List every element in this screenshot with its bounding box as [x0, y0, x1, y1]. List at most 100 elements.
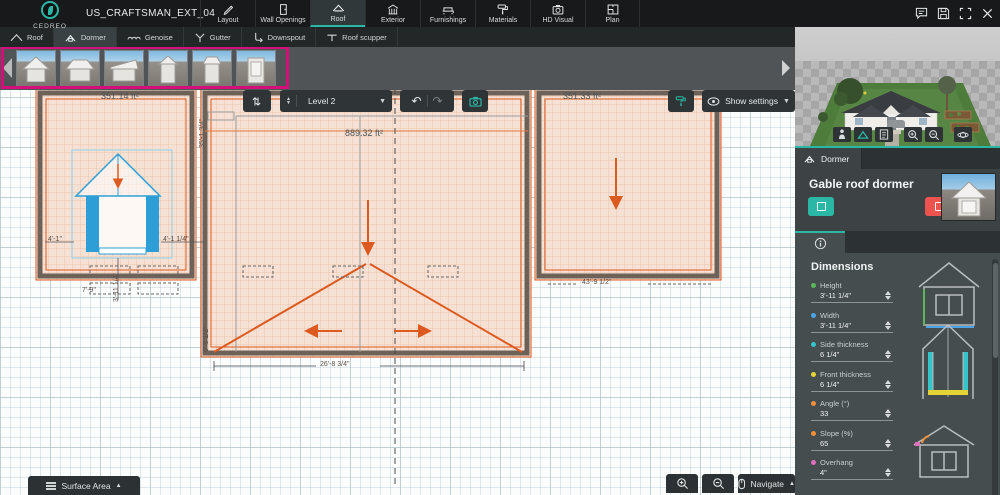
panel-tab-bar: Dormer: [795, 148, 1000, 169]
roof-icon: [331, 2, 346, 15]
panel-scrollbar[interactable]: [992, 259, 998, 495]
side-thickness-label: Side thickness: [820, 340, 868, 349]
angle-color-dot: [811, 401, 816, 406]
roof-view-icon: [857, 129, 869, 140]
screenshot-button[interactable]: [462, 90, 488, 112]
thumbnail-flat-roof-wall-dormer[interactable]: [236, 50, 276, 87]
show-settings-button[interactable]: Show settings ▼: [702, 90, 795, 112]
overhang-color-dot: [811, 460, 816, 465]
navigate-label: Navigate: [750, 479, 784, 489]
sofa-icon: [441, 3, 455, 16]
navigate-button[interactable]: Navigate ▲: [738, 474, 795, 493]
stepper-icon[interactable]: [885, 439, 893, 448]
save-icon[interactable]: [937, 7, 950, 20]
tab-plan[interactable]: Plan: [585, 0, 640, 27]
tab-layout[interactable]: Layout: [200, 0, 255, 27]
comment-icon[interactable]: [915, 7, 928, 20]
front-thickness-input[interactable]: 6 1/4": [811, 379, 893, 392]
stepper-icon[interactable]: [885, 321, 893, 330]
dim-center-left: 6'-3 1/2": [203, 326, 210, 352]
height-input[interactable]: 3'-11 1/4": [811, 290, 893, 303]
aerial-view-button[interactable]: [854, 127, 872, 142]
thumbnail-gable-wall-dormer[interactable]: [148, 50, 188, 87]
thumbnail-shed-roof-dormer[interactable]: [104, 50, 144, 87]
stepper-icon[interactable]: [885, 291, 893, 300]
tool-gutter[interactable]: Gutter: [184, 27, 242, 47]
zoom-out-icon: [928, 129, 940, 141]
stepper-icon[interactable]: [885, 380, 893, 389]
level-stepper-icon[interactable]: ▲▼: [286, 97, 291, 105]
thumbnail-hip-wall-dormer[interactable]: [192, 50, 232, 87]
zoom-in-button[interactable]: [666, 474, 698, 493]
roof-ribbon: Roof Dormer Genoise Gutter Downspout Roo…: [0, 27, 795, 47]
tab-exterior[interactable]: Exterior: [365, 0, 420, 27]
walkthrough-view-button[interactable]: [833, 127, 851, 142]
front-thickness-color-dot: [811, 372, 816, 377]
info-tab[interactable]: [795, 231, 845, 253]
stepper-icon[interactable]: [885, 468, 893, 477]
zoom-out-button[interactable]: [702, 474, 734, 493]
preview-zoom-out-button[interactable]: [925, 127, 943, 142]
downspout-tool-icon: [252, 32, 264, 43]
height-color-dot: [811, 283, 816, 288]
fullscreen-icon[interactable]: [959, 7, 972, 20]
side-thickness-color-dot: [811, 342, 816, 347]
cedreo-logo[interactable]: CEDREO: [26, 1, 74, 30]
brand-text: CEDREO: [26, 23, 74, 30]
tool-roof[interactable]: Roof: [0, 27, 54, 47]
tab-materials[interactable]: Materials: [475, 0, 530, 27]
roof-section-right[interactable]: [535, 89, 721, 280]
dormer-preview-thumbnail: [941, 173, 996, 221]
angle-slope-diagram: [909, 421, 979, 483]
dim-left-height: 35'-1 3/4": [199, 118, 206, 148]
side-thickness-input[interactable]: 6 1/4": [811, 349, 893, 362]
camera-teal-icon: [469, 96, 482, 107]
width-label: Width: [820, 311, 839, 320]
tab-wall-openings[interactable]: Wall Openings: [255, 0, 310, 27]
plan-view-button[interactable]: [875, 127, 893, 142]
undo-button[interactable]: ↶: [411, 94, 421, 108]
orbit-view-button[interactable]: [954, 127, 972, 142]
angle-input[interactable]: 33: [811, 408, 893, 421]
scrollbar-thumb[interactable]: [993, 263, 998, 358]
tab-hd-visual[interactable]: HD Visual: [530, 0, 585, 27]
tool-roof-scupper[interactable]: Roof scupper: [316, 27, 398, 47]
document-icon: [879, 129, 889, 140]
surface-area-button[interactable]: Surface Area ▲: [28, 476, 140, 495]
width-input[interactable]: 3'-11 1/4": [811, 320, 893, 333]
tool-genoise[interactable]: Genoise: [117, 27, 184, 47]
stepper-icon[interactable]: [885, 409, 893, 418]
person-icon: [838, 129, 846, 140]
tool-downspout[interactable]: Downspout: [242, 27, 317, 47]
zoom-in-icon: [676, 477, 689, 490]
panel-tab-dormer[interactable]: Dormer: [795, 148, 862, 169]
redo-button[interactable]: ↷: [433, 94, 443, 108]
slope-input[interactable]: 65: [811, 438, 893, 451]
field-front-thickness: Front thickness 6 1/4": [811, 370, 893, 392]
facade-icon: [386, 3, 400, 16]
tab-roof[interactable]: Roof: [310, 0, 365, 27]
tab-furnishings[interactable]: Furnishings: [420, 0, 475, 27]
thumbnail-gable-roof-dormer[interactable]: [16, 50, 56, 87]
bottom-dimension-line: [214, 361, 524, 371]
field-width: Width 3'-11 1/4": [811, 311, 893, 333]
overhang-input[interactable]: 4": [811, 467, 893, 480]
preview-zoom-in-button[interactable]: [904, 127, 922, 142]
apply-material-button[interactable]: [668, 90, 694, 112]
close-icon[interactable]: [981, 7, 994, 20]
tool-dormer[interactable]: Dormer: [54, 27, 117, 47]
stepper-icon[interactable]: [885, 350, 893, 359]
level-selector[interactable]: ▲▼ Level 2 ▼: [280, 90, 392, 112]
gallery-next-arrow[interactable]: [782, 60, 790, 76]
level-swap-button[interactable]: ⇄: [243, 90, 271, 112]
surface-area-label: Surface Area: [61, 481, 110, 491]
chevron-down-icon: ▼: [379, 98, 386, 105]
gallery-prev-arrow[interactable]: [3, 58, 12, 78]
properties-panel: Dormer Gable roof dormer Dimensions Heig…: [795, 146, 1000, 495]
width-color-dot: [811, 313, 816, 318]
orbit-icon: [957, 129, 969, 141]
duplicate-button[interactable]: [808, 197, 834, 216]
preview-3d-viewport[interactable]: [795, 27, 1000, 146]
thumbnail-hip-roof-dormer[interactable]: [60, 50, 100, 87]
mouse-icon: [738, 478, 745, 490]
